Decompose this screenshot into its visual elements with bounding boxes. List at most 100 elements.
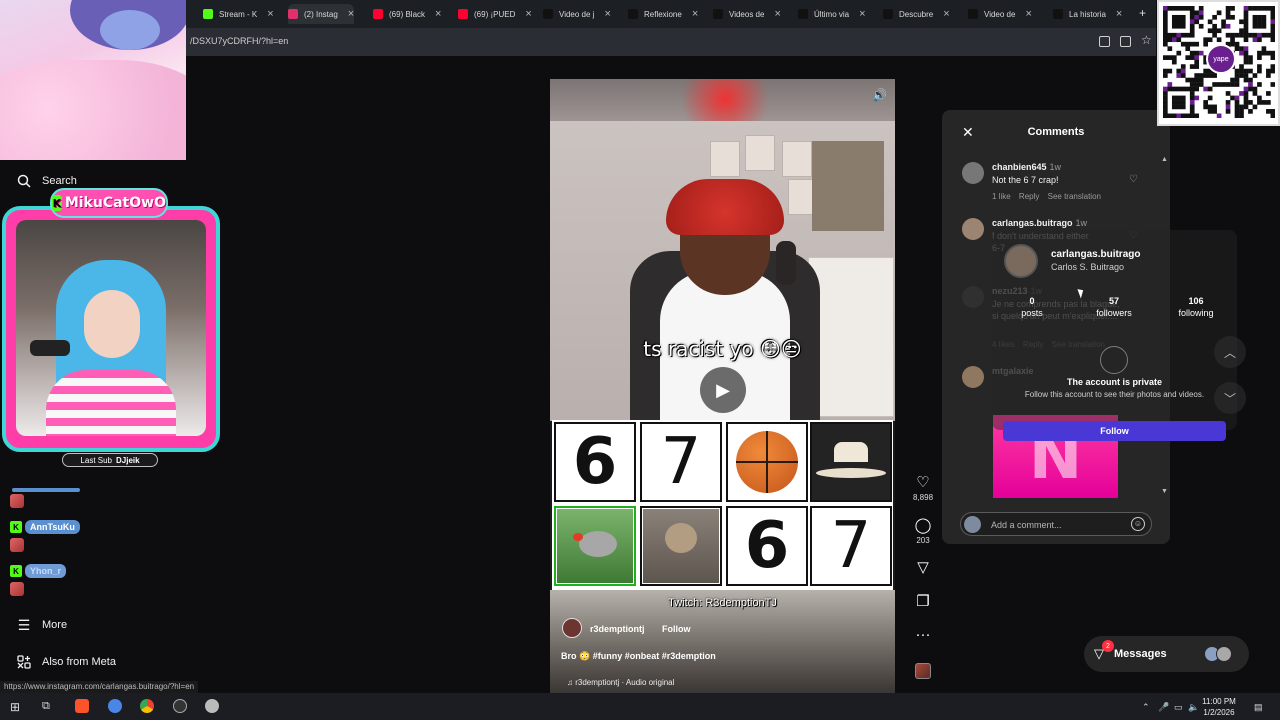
browser-tab[interactable]: Video de × xyxy=(968,4,1032,24)
tab-close-icon[interactable]: × xyxy=(435,8,441,20)
chrome-icon[interactable] xyxy=(140,699,154,713)
chat-username: AnnTsuKu xyxy=(25,520,80,534)
tab-label: (69) Black xyxy=(389,9,426,19)
tab-close-icon[interactable]: × xyxy=(1025,8,1031,20)
kick-badge-icon: K xyxy=(10,565,22,577)
chat-emote xyxy=(10,494,24,508)
chat-emote xyxy=(10,538,24,552)
avatar[interactable] xyxy=(962,162,984,184)
browser-tab[interactable]: (2) Instag × xyxy=(288,4,355,24)
next-reel-button[interactable]: ﹀ xyxy=(1214,382,1246,414)
tab-close-icon[interactable]: × xyxy=(525,8,531,20)
stat-followers[interactable]: 57 followers xyxy=(1084,296,1144,318)
reel-image-grid: 6 7 6 7 xyxy=(552,420,893,590)
reel-author-username[interactable]: r3demptiontj xyxy=(590,624,645,634)
kick-logo-icon: K xyxy=(52,195,62,211)
stat-following[interactable]: 106 following xyxy=(1166,296,1226,318)
tab-close-icon[interactable]: × xyxy=(1116,8,1122,20)
browser-tab[interactable]: Videos de × xyxy=(713,4,781,24)
avatar[interactable] xyxy=(962,366,984,388)
reel-author-avatar[interactable] xyxy=(562,618,582,638)
add-comment-input[interactable] xyxy=(991,518,1131,531)
volume-icon[interactable]: 🔊 xyxy=(872,88,887,102)
comment-user[interactable]: carlangas.buitrago 1w xyxy=(992,218,1087,228)
emoji-icon[interactable]: ☺ xyxy=(1131,517,1145,531)
app-icon-2[interactable] xyxy=(205,699,219,713)
more-options-button[interactable]: ··· xyxy=(913,626,933,643)
clock[interactable]: 11:00 PM 1/2/2026 xyxy=(1196,696,1242,718)
nav-also-from-meta[interactable]: Also from Meta xyxy=(16,654,116,670)
tab-close-icon[interactable]: × xyxy=(692,8,698,20)
like-button[interactable]: ♡ 8,898 xyxy=(913,473,933,502)
new-tab-button[interactable]: + xyxy=(1139,6,1146,20)
browser-tab[interactable]: (69) ¡PUED × xyxy=(458,4,532,24)
tab-close-icon[interactable]: × xyxy=(267,8,273,20)
messages-pill[interactable]: ▽ 2 Messages xyxy=(1084,636,1249,672)
reel-audio-link[interactable]: ♫ r3demptiontj · Audio original xyxy=(567,678,674,687)
comment-like-count[interactable]: 1 like xyxy=(992,192,1011,201)
browser-tab[interactable]: Descubre × xyxy=(883,4,950,24)
search-icon xyxy=(16,173,32,189)
browser-tab[interactable]: Video de j × xyxy=(543,4,611,24)
nav-search[interactable]: Search xyxy=(16,173,77,189)
status-bar-url: https://www.instagram.com/carlangas.buit… xyxy=(0,681,199,693)
tray-chevron-icon[interactable]: ⌃ xyxy=(1142,702,1150,713)
tab-close-icon[interactable]: × xyxy=(774,8,780,20)
tab-favicon-icon xyxy=(543,9,553,19)
tab-favicon-icon xyxy=(968,9,978,19)
browser-tab[interactable]: Reflexione × xyxy=(628,4,698,24)
donation-qr-code: yape xyxy=(1157,0,1280,126)
chat-user: K AnnTsuKu xyxy=(10,520,80,534)
app-icon[interactable] xyxy=(108,699,122,713)
play-icon: ▶ xyxy=(716,379,730,400)
hover-username[interactable]: carlangas.buitrago xyxy=(1051,249,1140,260)
brave-icon[interactable] xyxy=(75,699,89,713)
tab-close-icon[interactable]: × xyxy=(859,8,865,20)
hover-follow-button[interactable]: Follow xyxy=(1003,421,1226,441)
bookmark-star-icon[interactable]: ☆ xyxy=(1141,33,1152,47)
previous-reel-button[interactable]: ︿ xyxy=(1214,336,1246,368)
reply-button[interactable]: Reply xyxy=(1019,192,1039,201)
windows-start-icon[interactable]: ⊞ xyxy=(10,700,20,714)
comments-title: Comments xyxy=(1027,126,1085,138)
nav-more[interactable]: ☰ More xyxy=(16,617,67,633)
address-bar[interactable]: /DSXU7yCDRFH/?hl=en xyxy=(186,28,1156,56)
avatar[interactable] xyxy=(962,218,984,240)
browser-tab[interactable]: Stream - K × xyxy=(203,4,274,24)
tab-favicon-icon xyxy=(288,9,298,19)
comment-user[interactable]: chanbien645 1w xyxy=(992,162,1061,172)
share-button[interactable]: ▽ xyxy=(913,558,933,576)
tab-close-icon[interactable]: × xyxy=(604,8,610,20)
last-sub-label: Last Sub xyxy=(80,455,112,465)
task-view-icon[interactable]: ⧉ xyxy=(42,700,50,713)
send-icon: ▽ xyxy=(917,559,929,576)
avatar[interactable] xyxy=(962,286,984,308)
translate-icon[interactable] xyxy=(1120,36,1131,47)
see-translation-button[interactable]: See translation xyxy=(1048,192,1101,201)
play-button[interactable]: ▶ xyxy=(700,367,746,413)
tab-close-icon[interactable]: × xyxy=(943,8,949,20)
scroll-down-icon[interactable]: ▼ xyxy=(1161,488,1168,495)
last-sub-badge: Last Sub DJjeik xyxy=(62,453,158,467)
browser-tab[interactable]: Último via × xyxy=(798,4,866,24)
obs-icon[interactable] xyxy=(173,699,187,713)
notifications-icon[interactable]: ▤ xyxy=(1254,702,1263,713)
url-text[interactable]: /DSXU7yCDRFH/?hl=en xyxy=(190,36,288,46)
install-app-icon[interactable] xyxy=(1099,36,1110,47)
tab-close-icon[interactable]: × xyxy=(348,8,354,20)
hover-avatar[interactable] xyxy=(1004,244,1038,278)
browser-tab[interactable]: (69) Black × xyxy=(373,4,441,24)
comment-button[interactable]: ◯ 203 xyxy=(913,516,933,545)
reel-video[interactable]: 🔊 ts racist yo 😳😒 ▶ 6 7 6 7 Twitch: R3de… xyxy=(550,79,895,693)
save-button[interactable]: ❐ xyxy=(913,592,933,610)
audio-thumbnail[interactable] xyxy=(915,663,931,679)
reel-follow-button[interactable]: Follow xyxy=(662,624,691,634)
tab-label: Reflexione xyxy=(644,9,682,19)
add-comment-box[interactable]: ☺ xyxy=(960,512,1152,536)
comment-like-icon[interactable]: ♡ xyxy=(1129,174,1138,185)
scroll-up-icon[interactable]: ▲ xyxy=(1161,156,1168,163)
mic-icon[interactable]: 🎤 xyxy=(1158,702,1169,713)
tab-favicon-icon xyxy=(628,9,638,19)
browser-tab[interactable]: La historia × xyxy=(1053,4,1122,24)
network-icon[interactable]: ▭ xyxy=(1174,702,1183,713)
